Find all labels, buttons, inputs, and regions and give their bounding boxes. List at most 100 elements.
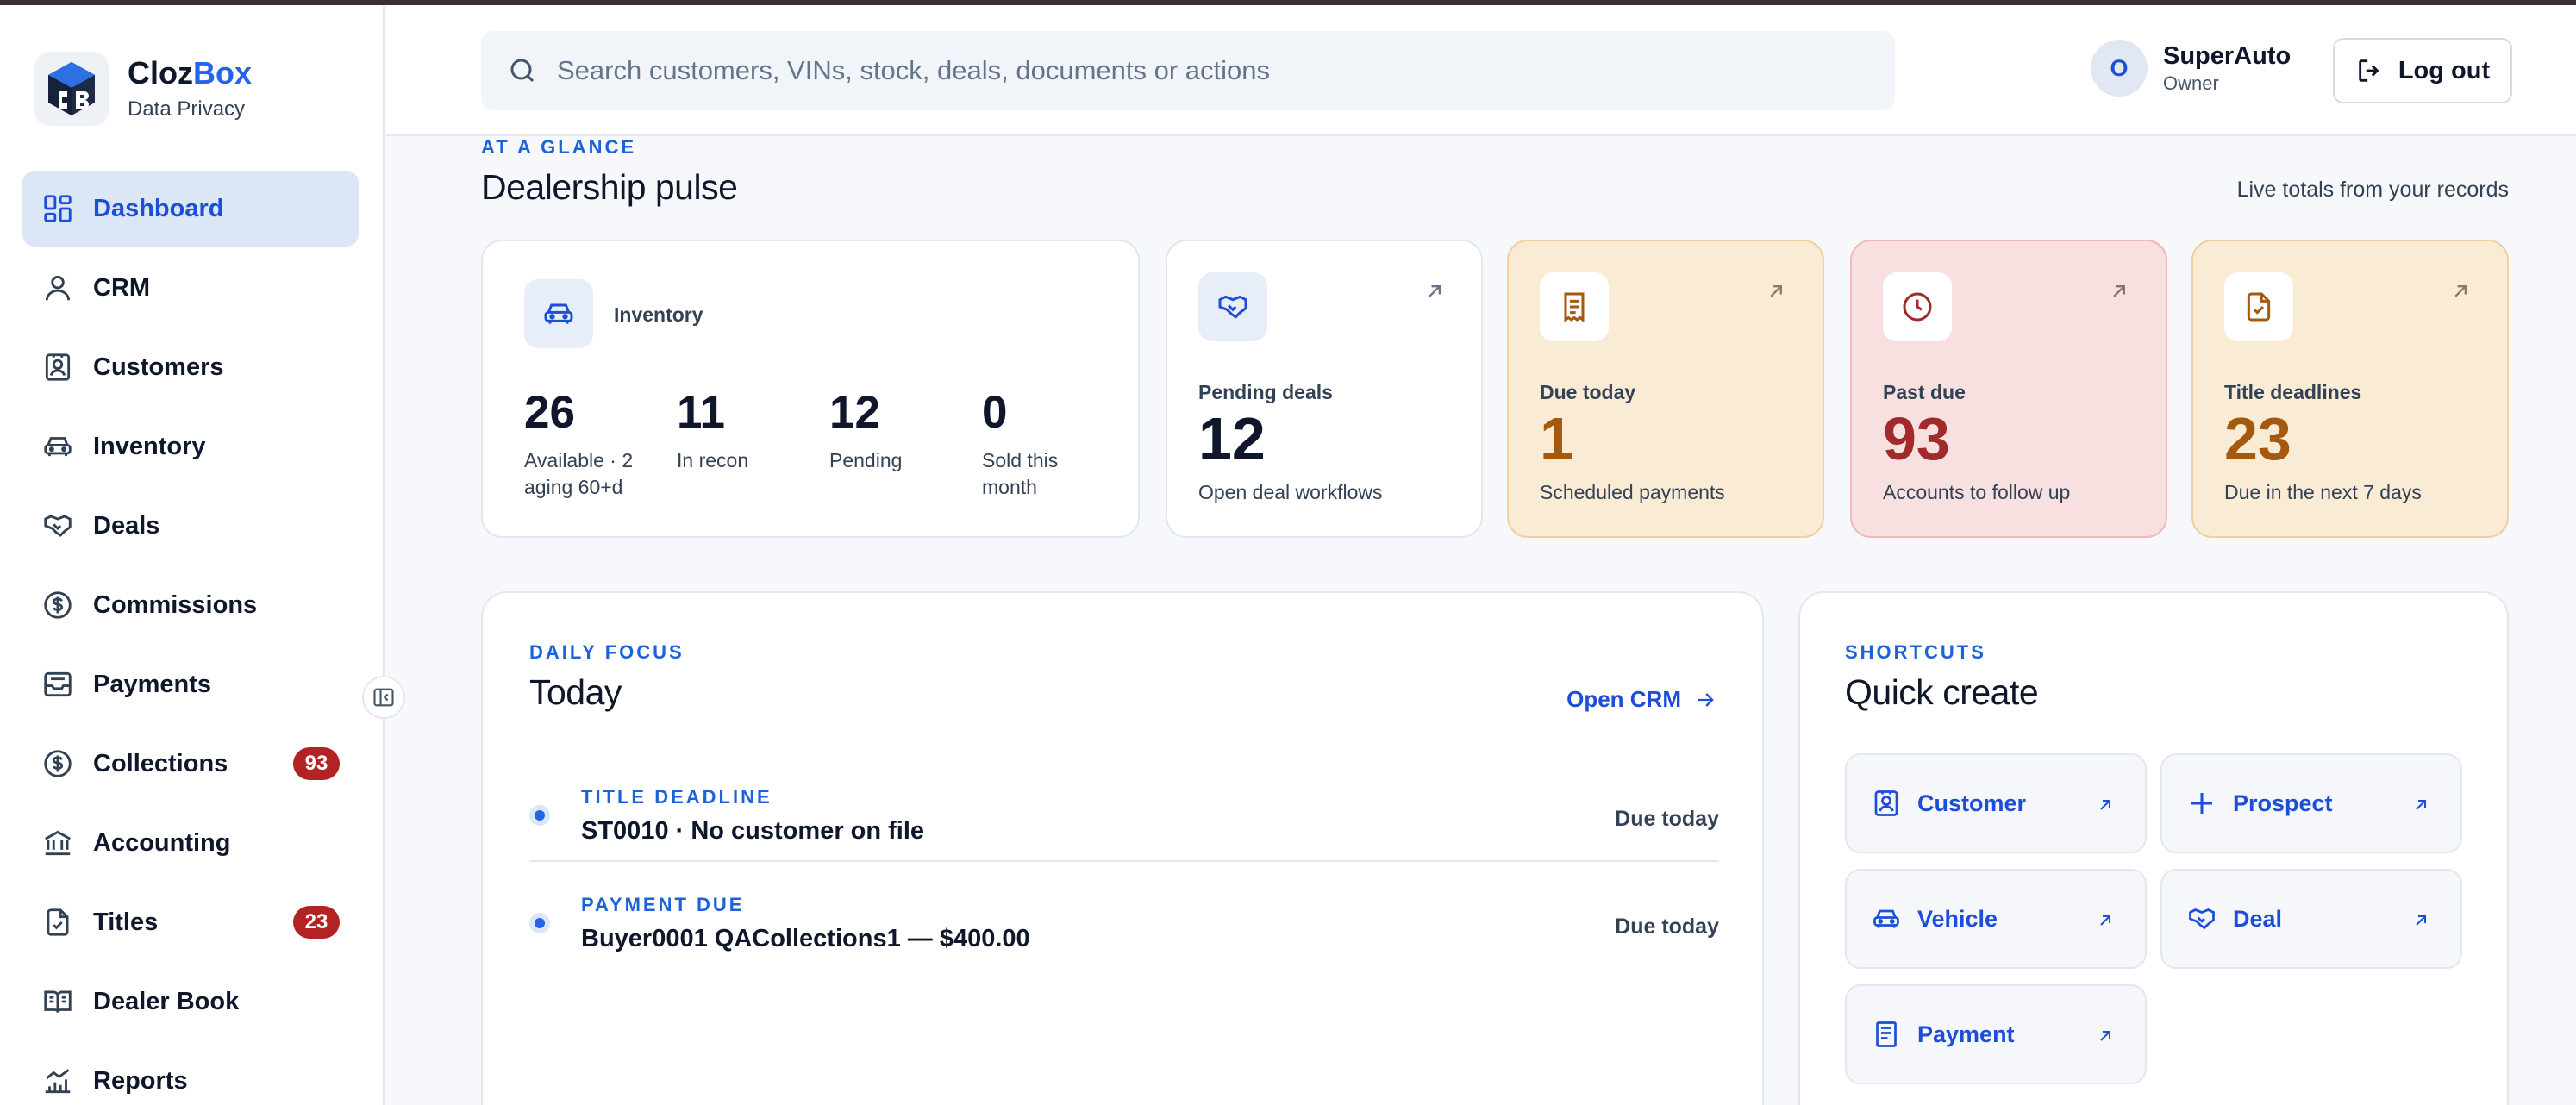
arrow-up-right-icon <box>2416 800 2426 810</box>
car-icon <box>524 279 593 348</box>
task-kind: PAYMENT DUE <box>581 894 745 915</box>
sidebar-item-label: Accounting <box>93 828 231 857</box>
arrow-up-right-icon <box>1770 285 1782 297</box>
receipt-icon <box>1540 272 1609 341</box>
sidebar-item-crm[interactable]: CRM <box>22 250 359 326</box>
inventory-stat-recon: 11 In recon <box>677 387 749 471</box>
title-deadlines-sub: Due in the next 7 days <box>2224 481 2422 503</box>
sidebar-item-label: Collections <box>93 749 228 777</box>
arrow-up-right-icon <box>2100 800 2110 810</box>
user-role: Owner <box>2163 72 2219 94</box>
sidebar-item-accounting[interactable]: Accounting <box>22 805 359 881</box>
pulse-note: Live totals from your records <box>2236 178 2509 202</box>
logout-button[interactable]: Log out <box>2333 38 2512 103</box>
sidebar-item-label: CRM <box>93 273 151 302</box>
brand[interactable]: ClozBox Data Privacy <box>34 52 252 126</box>
dollar-circle-icon <box>44 750 72 777</box>
quick-create-title: Quick create <box>1845 672 2039 712</box>
sidebar-item-payments[interactable]: Payments <box>22 646 359 722</box>
title-deadlines-card[interactable]: Title deadlines 23 Due in the next 7 day… <box>2191 240 2509 538</box>
today-panel: DAILY FOCUS Today Open CRM TITLE DEADLIN… <box>481 591 1764 1105</box>
quick-create-customer-button[interactable]: Customer <box>1845 753 2147 853</box>
sidebar-item-label: Customers <box>93 353 224 381</box>
inbox-icon <box>44 671 72 697</box>
brand-name: ClozBox <box>128 55 253 91</box>
contact-card-icon <box>45 353 71 381</box>
global-search[interactable] <box>481 31 1895 110</box>
clock-icon <box>1883 272 1952 341</box>
pulse-title: Dealership pulse <box>481 167 738 207</box>
sidebar-collapse-button[interactable] <box>362 676 405 719</box>
sidebar-item-reports[interactable]: Reports <box>22 1043 359 1105</box>
handshake-icon <box>44 515 72 537</box>
user-icon <box>45 275 71 301</box>
plus-icon <box>2191 793 2212 814</box>
list-item[interactable]: PAYMENT DUE Buyer0001 QACollections1 — $… <box>529 882 1719 985</box>
title-deadlines-value: 23 <box>2224 405 2292 472</box>
sidebar-nav: Dashboard CRM Customers Inventory Deals … <box>22 171 359 1105</box>
pending-deals-card[interactable]: Pending deals 12 Open deal workflows <box>1166 240 1483 538</box>
quick-create-prospect-button[interactable]: Prospect <box>2160 753 2462 853</box>
search-input[interactable] <box>557 55 1850 86</box>
today-eyebrow: DAILY FOCUS <box>529 641 685 663</box>
user-menu[interactable]: O SuperAuto Owner <box>2091 40 2291 97</box>
sidebar-item-label: Deals <box>93 511 160 540</box>
sidebar-item-deals[interactable]: Deals <box>22 488 359 564</box>
status-dot-icon <box>529 805 550 826</box>
quick-create-panel: SHORTCUTS Quick create Customer Prospect… <box>1798 591 2509 1105</box>
quick-create-payment-button[interactable]: Payment <box>1845 984 2147 1084</box>
sidebar-item-label: Inventory <box>93 432 206 460</box>
bar-chart-icon <box>45 1069 71 1094</box>
sidebar: ClozBox Data Privacy Dashboard CRM Custo… <box>0 5 385 1105</box>
car-icon <box>44 437 72 457</box>
avatar: O <box>2091 40 2148 97</box>
sidebar-item-titles[interactable]: Titles 23 <box>22 884 359 960</box>
collections-count-badge: 93 <box>293 747 340 780</box>
pending-deals-value: 12 <box>1198 405 1266 472</box>
sidebar-item-customers[interactable]: Customers <box>22 329 359 405</box>
dashboard-icon <box>44 195 72 222</box>
inventory-label: Inventory <box>614 303 703 326</box>
inventory-card[interactable]: Inventory 26 Available · 2 aging 60+d 11… <box>481 240 1140 538</box>
task-due: Due today <box>1615 807 1719 831</box>
title-deadlines-label: Title deadlines <box>2224 381 2362 403</box>
arrow-up-right-icon <box>2100 1031 2110 1041</box>
due-today-card[interactable]: Due today 1 Scheduled payments <box>1507 240 1824 538</box>
top-header: O SuperAuto Owner Log out <box>386 5 2576 136</box>
past-due-sub: Accounts to follow up <box>1883 481 2071 503</box>
sidebar-item-label: Reports <box>93 1066 188 1095</box>
sidebar-item-commissions[interactable]: Commissions <box>22 567 359 643</box>
inventory-stat-sold: 0 Sold this month <box>982 387 1059 499</box>
titles-count-badge: 23 <box>293 906 340 939</box>
quick-create-deal-button[interactable]: Deal <box>2160 869 2462 969</box>
past-due-card[interactable]: Past due 93 Accounts to follow up <box>1850 240 2167 538</box>
inventory-stat-available: 26 Available · 2 aging 60+d <box>524 387 634 499</box>
handshake-icon <box>2189 908 2215 930</box>
past-due-value: 93 <box>1883 405 1950 472</box>
file-check-icon <box>47 908 69 936</box>
arrow-up-right-icon <box>2100 915 2110 926</box>
sidebar-item-dashboard[interactable]: Dashboard <box>22 171 359 247</box>
today-title: Today <box>529 672 622 712</box>
quick-create-vehicle-button[interactable]: Vehicle <box>1845 869 2147 969</box>
arrow-right-icon <box>1698 692 1714 707</box>
sidebar-item-label: Dashboard <box>93 194 224 222</box>
status-dot-icon <box>529 913 550 933</box>
book-icon <box>44 990 72 1013</box>
open-crm-link[interactable]: Open CRM <box>1566 686 1717 713</box>
arrow-up-right-icon <box>2416 915 2426 926</box>
list-item[interactable]: TITLE DEADLINE ST0010 · No customer on f… <box>529 774 1719 877</box>
user-name: SuperAuto <box>2163 41 2292 70</box>
sidebar-item-inventory[interactable]: Inventory <box>22 409 359 484</box>
arrow-up-right-icon <box>1429 285 1441 297</box>
car-icon <box>1873 909 1899 928</box>
bank-icon <box>45 830 71 856</box>
dollar-circle-icon <box>44 591 72 619</box>
arrow-up-right-icon <box>2113 285 2125 297</box>
sidebar-item-collections[interactable]: Collections 93 <box>22 726 359 802</box>
sidebar-item-dealer-book[interactable]: Dealer Book <box>22 964 359 1039</box>
pending-deals-label: Pending deals <box>1198 381 1333 403</box>
divider <box>529 860 1719 862</box>
sidebar-item-label: Payments <box>93 670 212 698</box>
due-today-sub: Scheduled payments <box>1540 481 1725 503</box>
